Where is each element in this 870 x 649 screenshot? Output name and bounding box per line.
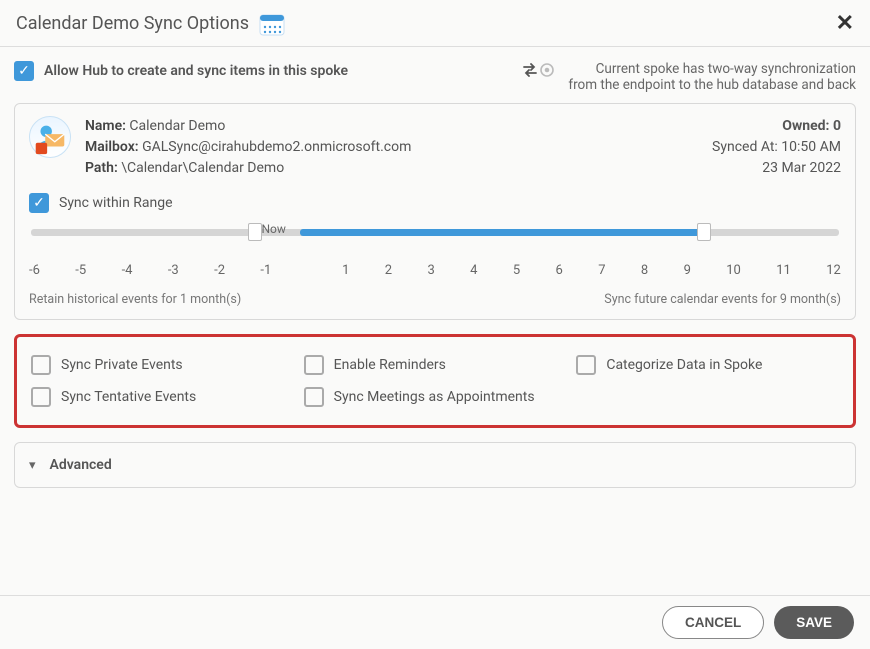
sync-meetings-checkbox[interactable]	[304, 387, 324, 407]
dialog-title: Calendar Demo Sync Options	[16, 13, 249, 34]
path-value: \Calendar\Calendar Demo	[121, 160, 284, 176]
advanced-toggle[interactable]: ▾ Advanced	[14, 442, 856, 488]
save-button[interactable]: SAVE	[774, 606, 854, 639]
sync-private-label: Sync Private Events	[61, 357, 183, 373]
range-slider-upper-handle[interactable]	[697, 223, 711, 241]
categorize-checkbox[interactable]	[576, 355, 596, 375]
allow-sync-label: Allow Hub to create and sync items in th…	[44, 63, 348, 79]
dialog-header: Calendar Demo Sync Options ✕	[0, 0, 870, 47]
synced-at-label: Synced At:	[712, 139, 778, 155]
path-label: Path:	[85, 160, 118, 176]
sync-tentative-checkbox[interactable]	[31, 387, 51, 407]
close-icon[interactable]: ✕	[836, 11, 854, 36]
mailbox-avatar-icon	[29, 116, 71, 158]
synced-at-value: 10:50 AM	[781, 139, 841, 155]
calendar-icon	[259, 10, 285, 36]
range-slider-lower-handle[interactable]	[248, 223, 262, 241]
owned-label: Owned:	[782, 118, 829, 134]
range-slider[interactable]: Now	[31, 225, 839, 253]
slider-now-label: Now	[261, 222, 285, 236]
mailbox-value: GALSync@cirahubdemo2.onmicrosoft.com	[142, 139, 411, 155]
dialog-footer: CANCEL SAVE	[0, 595, 870, 649]
allow-sync-checkbox[interactable]: ✓	[14, 61, 34, 81]
spoke-info-panel: Name: Calendar Demo Mailbox: GALSync@cir…	[14, 103, 856, 320]
sync-meetings-label: Sync Meetings as Appointments	[334, 389, 535, 405]
sync-future-text: Sync future calendar events for 9 month(…	[604, 292, 841, 307]
name-label: Name:	[85, 118, 126, 134]
owned-value: 0	[833, 118, 841, 134]
sync-options-panel: Sync Private Events Enable Reminders Cat…	[14, 334, 856, 428]
chevron-down-icon: ▾	[29, 458, 36, 473]
enable-reminders-checkbox[interactable]	[304, 355, 324, 375]
mailbox-label: Mailbox:	[85, 139, 139, 155]
sync-description: Current spoke has two-way synchronizatio…	[568, 61, 856, 93]
categorize-label: Categorize Data in Spoke	[606, 357, 762, 373]
allow-sync-row: ✓ Allow Hub to create and sync items in …	[14, 61, 522, 81]
retain-historical-text: Retain historical events for 1 month(s)	[29, 292, 241, 307]
dialog-title-row: Calendar Demo Sync Options	[16, 10, 836, 36]
sync-private-checkbox[interactable]	[31, 355, 51, 375]
sync-range-label: Sync within Range	[59, 195, 173, 211]
enable-reminders-label: Enable Reminders	[334, 357, 446, 373]
sync-tentative-label: Sync Tentative Events	[61, 389, 196, 405]
two-way-sync-icon	[522, 63, 554, 77]
advanced-label: Advanced	[50, 457, 112, 473]
cancel-button[interactable]: CANCEL	[662, 606, 764, 639]
name-value: Calendar Demo	[129, 118, 225, 134]
sync-range-checkbox[interactable]: ✓	[29, 193, 49, 213]
range-ticks: -6-5-4-3-2-1123456789101112	[29, 263, 841, 278]
synced-date: 23 Mar 2022	[712, 158, 841, 179]
